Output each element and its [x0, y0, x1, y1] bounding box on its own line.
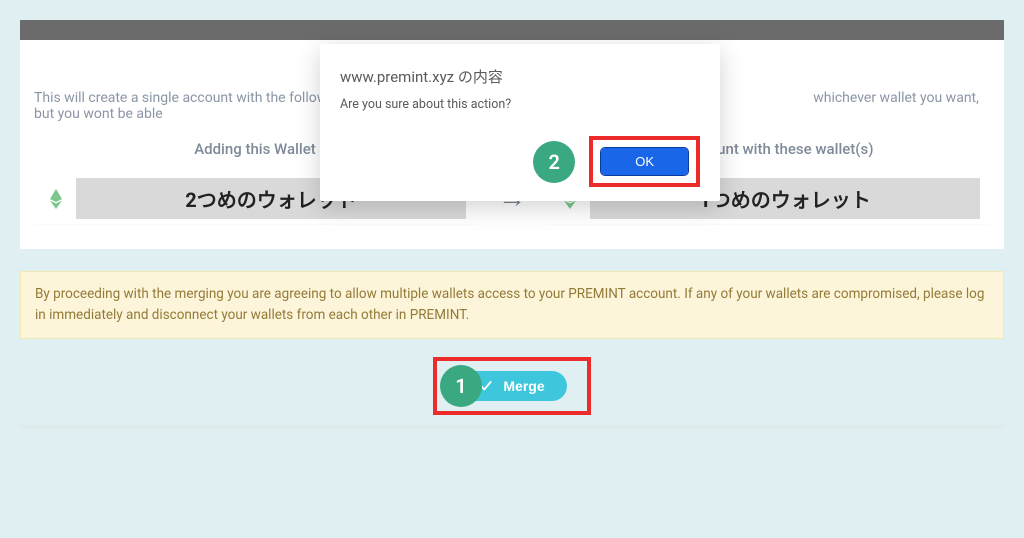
intro-fragment-left: This will create a single account with t… [34, 90, 346, 106]
bottom-area: By proceeding with the merging you are a… [20, 249, 1004, 425]
merge-row: 1 Merge [20, 357, 1004, 415]
merge-button-label: Merge [503, 378, 544, 394]
header-gray-bar [20, 20, 1004, 40]
dialog-message: Are you sure about this action? [340, 97, 700, 112]
ok-button[interactable]: OK [601, 148, 688, 175]
step-badge-2: 2 [533, 141, 575, 183]
dialog-actions: 2 OK [340, 136, 700, 187]
ethereum-icon [44, 187, 68, 211]
wallet-source-header: Adding this Wallet [194, 140, 316, 158]
step-badge-1: 1 [440, 365, 482, 407]
confirm-dialog: www.premint.xyz の内容 Are you sure about t… [320, 44, 720, 201]
dialog-title: www.premint.xyz の内容 [340, 66, 700, 87]
ok-highlight-box: OK [589, 136, 700, 187]
warning-banner: By proceeding with the merging you are a… [20, 271, 1004, 339]
bottom-shadow [20, 425, 1004, 431]
